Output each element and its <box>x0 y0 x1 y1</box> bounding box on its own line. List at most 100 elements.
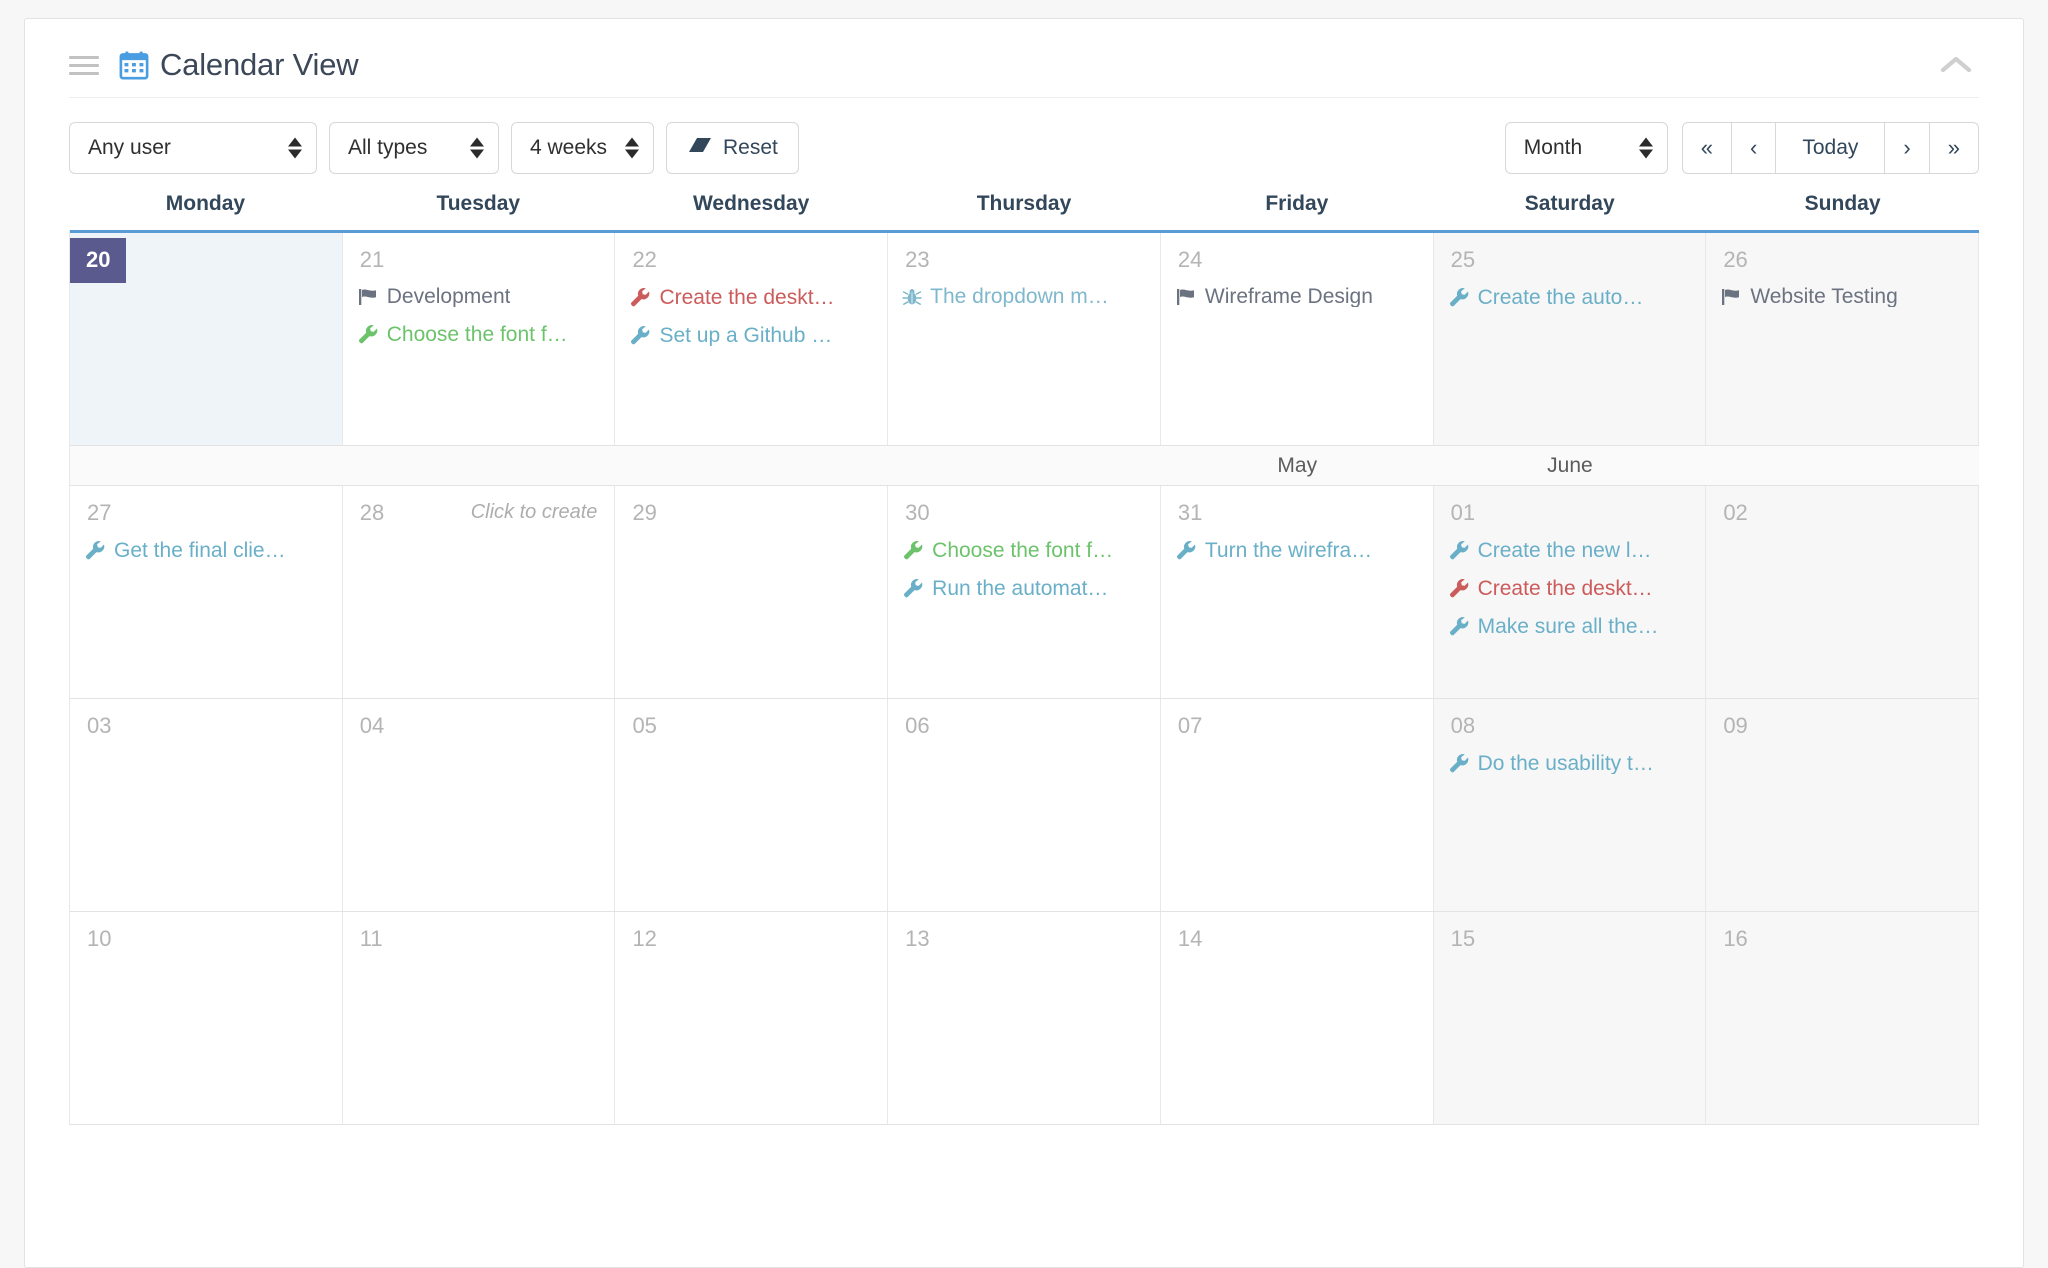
calendar-event[interactable]: Create the deskt… <box>1448 570 1696 608</box>
event-title: Create the deskt… <box>659 286 835 308</box>
day-header: 13 <box>888 912 1160 952</box>
day-cell-01[interactable]: 01 Create the new l… Create the deskt… Make… <box>1433 486 1707 698</box>
day-number: 27 <box>87 500 112 525</box>
day-events: Wireframe Design <box>1161 273 1433 316</box>
calendar-event[interactable]: Wireframe Design <box>1175 279 1423 316</box>
calendar-event[interactable]: Make sure all the… <box>1448 608 1696 646</box>
nav-prev-button[interactable]: ‹ <box>1732 122 1777 174</box>
day-cell-15[interactable]: 15 <box>1433 912 1707 1124</box>
day-cell-13[interactable]: 13 <box>888 912 1161 1124</box>
day-cell-02[interactable]: 02 <box>1706 486 1980 698</box>
calendar-navigation: Month « ‹ Today › » <box>1504 122 1979 174</box>
calendar-event[interactable]: Create the auto… <box>1448 279 1696 317</box>
day-cell-05[interactable]: 05 <box>615 699 889 911</box>
calendar-event[interactable]: Get the final clie… <box>84 532 332 570</box>
nav-next-button[interactable]: › <box>1885 122 1930 174</box>
day-number: 30 <box>905 500 930 525</box>
day-cell-10[interactable]: 10 <box>70 912 343 1124</box>
day-events <box>1434 952 1706 958</box>
day-number: 11 <box>359 926 383 951</box>
day-cell-23[interactable]: 23 The dropdown m… <box>888 233 1161 445</box>
day-events <box>888 739 1160 745</box>
day-cell-24[interactable]: 24 Wireframe Design <box>1160 233 1434 445</box>
bug-icon <box>902 287 922 307</box>
day-cell-12[interactable]: 12 <box>615 912 889 1124</box>
day-cell-09[interactable]: 09 <box>1706 699 1980 911</box>
day-header: 01 <box>1434 486 1706 526</box>
calendar-card: Calendar View Any user All types 4 weeks <box>24 18 2024 1268</box>
day-events <box>70 952 342 958</box>
nav-first-button[interactable]: « <box>1681 122 1733 174</box>
chevron-up-icon[interactable] <box>1933 42 1979 88</box>
nav-button-group: « ‹ Today › » <box>1681 122 1979 174</box>
wrench-icon <box>357 323 379 345</box>
page-title: Calendar View <box>160 47 359 82</box>
hamburger-drag-icon[interactable] <box>69 53 99 77</box>
day-events: Create the auto… <box>1434 273 1706 317</box>
calendar-event[interactable]: Development <box>357 279 605 316</box>
day-number: 06 <box>905 713 930 738</box>
month-label-june: June <box>1547 454 1593 477</box>
calendar-event[interactable]: The dropdown m… <box>902 279 1150 316</box>
click-to-create-hint[interactable]: Click to create <box>471 486 615 524</box>
span-filter-select[interactable]: 4 weeks <box>511 122 654 174</box>
calendar-event[interactable]: Choose the font f… <box>902 532 1150 570</box>
type-filter-select[interactable]: All types <box>329 122 499 174</box>
calendar-event[interactable]: Create the deskt… <box>629 279 877 317</box>
calendar-event[interactable]: Do the usability t… <box>1448 745 1696 783</box>
day-header: 24 <box>1161 233 1433 273</box>
calendar-event[interactable]: Run the automat… <box>902 570 1150 608</box>
day-cell-31[interactable]: 31 Turn the wirefra… <box>1160 486 1434 698</box>
day-cell-08[interactable]: 08 Do the usability t… <box>1433 699 1707 911</box>
event-title: Create the auto… <box>1477 286 1644 308</box>
day-number: 22 <box>632 247 657 272</box>
wrench-icon <box>902 577 924 599</box>
day-cell-30[interactable]: 30 Choose the font f… Run the automat… <box>888 486 1161 698</box>
day-events: Create the new l… Create the deskt… Make s… <box>1434 526 1706 646</box>
day-cell-27[interactable]: 27 Get the final clie… <box>70 486 343 698</box>
day-cell-14[interactable]: 14 <box>1160 912 1434 1124</box>
nav-today-button[interactable]: Today <box>1776 122 1886 174</box>
day-cell-25[interactable]: 25 Create the auto… <box>1433 233 1707 445</box>
day-header: 23 <box>888 233 1160 273</box>
day-header: 26 <box>1706 233 1978 273</box>
month-divider-row: May June <box>70 446 1979 486</box>
month-label-empty <box>343 446 616 485</box>
calendar-event[interactable]: Website Testing <box>1720 279 1968 316</box>
view-mode-select[interactable]: Month <box>1504 122 1668 174</box>
day-cell-06[interactable]: 06 <box>888 699 1161 911</box>
day-header: 05 <box>615 699 887 739</box>
day-cell-22[interactable]: 22 Create the deskt… Set up a Github … <box>615 233 889 445</box>
type-filter-value: All types <box>348 136 428 159</box>
calendar-week-row: 27 Get the final clie… 28 Click to create 29… <box>70 486 1980 699</box>
day-cell-20[interactable]: 20 <box>70 233 343 445</box>
flag-icon <box>1175 287 1197 307</box>
calendar-event[interactable]: Create the new l… <box>1448 532 1696 570</box>
day-cell-04[interactable]: 04 <box>342 699 616 911</box>
day-cell-11[interactable]: 11 <box>342 912 616 1124</box>
day-header: 15 <box>1434 912 1706 952</box>
day-cell-03[interactable]: 03 <box>70 699 343 911</box>
day-events: Get the final clie… <box>70 526 342 570</box>
user-filter-select[interactable]: Any user <box>69 122 317 174</box>
day-events: Choose the font f… Run the automat… <box>888 526 1160 608</box>
day-events: Development Choose the font f… <box>343 273 615 354</box>
day-events <box>615 739 887 745</box>
nav-last-button[interactable]: » <box>1929 122 1979 174</box>
wrench-icon <box>902 539 924 561</box>
day-events <box>888 952 1160 958</box>
event-title: Website Testing <box>1750 286 1898 307</box>
reset-button[interactable]: Reset <box>666 122 799 174</box>
day-cell-07[interactable]: 07 <box>1160 699 1434 911</box>
weekday-header-thursday: Thursday <box>976 192 1072 215</box>
wrench-icon <box>1448 752 1470 774</box>
calendar-event[interactable]: Turn the wirefra… <box>1175 532 1423 570</box>
day-events <box>615 526 887 532</box>
calendar-event[interactable]: Choose the font f… <box>357 316 605 354</box>
day-cell-29[interactable]: 29 <box>615 486 889 698</box>
day-cell-26[interactable]: 26 Website Testing <box>1706 233 1980 445</box>
day-cell-28[interactable]: 28 Click to create <box>342 486 616 698</box>
day-cell-21[interactable]: 21 Development Choose the font f… <box>342 233 616 445</box>
calendar-event[interactable]: Set up a Github … <box>629 317 877 355</box>
day-cell-16[interactable]: 16 <box>1706 912 1980 1124</box>
